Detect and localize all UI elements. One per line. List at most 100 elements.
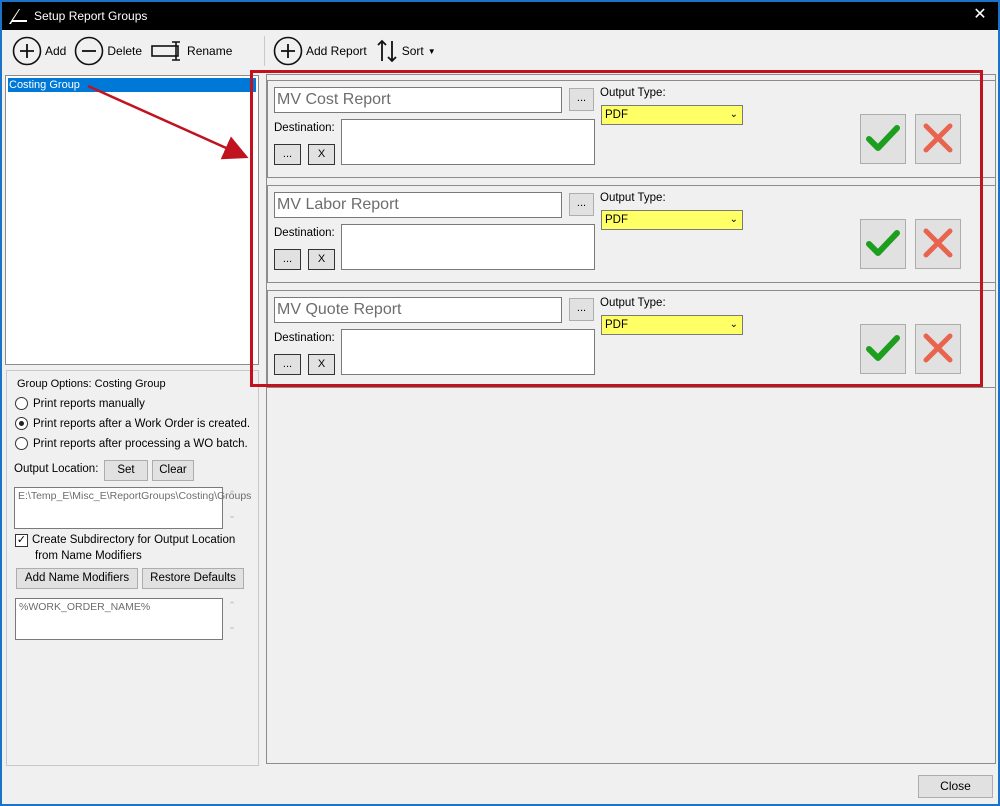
destination-label: Destination:: [274, 122, 335, 134]
report-name-field[interactable]: MV Quote Report: [274, 297, 562, 323]
add-label: Add: [45, 44, 67, 58]
chevron-down-icon: ⌄: [228, 621, 236, 631]
destination-browse-button[interactable]: ...: [274, 249, 301, 270]
output-type-value: PDF: [605, 109, 628, 121]
output-type-value: PDF: [605, 214, 628, 226]
subdir-checkbox[interactable]: ✓: [15, 534, 28, 547]
plus-circle-icon: [273, 36, 303, 66]
radio-print-manually[interactable]: Print reports manually: [15, 397, 145, 410]
name-modifier-field[interactable]: %WORK_ORDER_NAME%: [15, 598, 223, 640]
radio-manual-indicator: [15, 397, 28, 410]
output-path-field[interactable]: E:\Temp_E\Misc_E\ReportGroups\Costing\Gr…: [14, 487, 251, 529]
minus-circle-icon: [74, 36, 104, 66]
subdir-checkbox-label-1: Create Subdirectory for Output Location: [32, 534, 236, 546]
clear-output-button[interactable]: Clear: [152, 460, 194, 481]
destination-field[interactable]: [341, 119, 595, 165]
report-browse-button[interactable]: ...: [569, 298, 594, 321]
radio-after-wo-indicator: [15, 417, 28, 430]
radio-manual-label: Print reports manually: [33, 397, 145, 410]
destination-label: Destination:: [274, 332, 335, 344]
chevron-down-icon: ⌄: [729, 319, 738, 330]
group-list-item-costing[interactable]: Costing Group: [7, 77, 257, 93]
delete-group-button[interactable]: Delete: [74, 36, 142, 66]
remove-report-button[interactable]: [915, 219, 961, 269]
radio-after-batch-indicator: [15, 437, 28, 450]
sort-dropdown-button[interactable]: Sort ▼: [375, 38, 436, 64]
destination-clear-button[interactable]: X: [308, 354, 335, 375]
confirm-report-button[interactable]: [860, 219, 906, 269]
setup-report-groups-window: Setup Report Groups ✕ Add Delete Rename …: [0, 0, 1000, 806]
app-logo-icon: [8, 5, 30, 27]
report-browse-button[interactable]: ...: [569, 193, 594, 216]
output-type-select[interactable]: PDF ⌄: [601, 210, 743, 230]
window-close-icon[interactable]: ✕: [970, 5, 990, 25]
subdir-checkbox-label-2: from Name Modifiers: [35, 550, 142, 562]
checkmark-icon: [866, 333, 900, 366]
confirm-report-button[interactable]: [860, 114, 906, 164]
x-mark-icon: [922, 332, 954, 367]
remove-report-button[interactable]: [915, 114, 961, 164]
group-list[interactable]: Costing Group: [5, 75, 259, 365]
add-report-button[interactable]: Add Report: [273, 36, 367, 66]
group-options-panel: Group Options: Costing Group Print repor…: [6, 370, 259, 766]
destination-field[interactable]: [341, 224, 595, 270]
group-options-title: Group Options: Costing Group: [17, 378, 166, 390]
report-browse-button[interactable]: ...: [569, 88, 594, 111]
rename-icon: [150, 40, 184, 62]
output-type-select[interactable]: PDF ⌄: [601, 105, 743, 125]
toolbar-separator: [264, 36, 265, 66]
remove-report-button[interactable]: [915, 324, 961, 374]
report-toolbar: Add Report Sort ▼: [273, 34, 444, 68]
output-type-label: Output Type:: [600, 192, 666, 204]
name-modifier-scroll[interactable]: ⌃ ⌄: [226, 600, 238, 632]
destination-clear-button[interactable]: X: [308, 144, 335, 165]
destination-label: Destination:: [274, 227, 335, 239]
report-card: MV Quote Report ... Destination: ... X O…: [267, 290, 996, 388]
plus-circle-icon: [12, 36, 42, 66]
chevron-down-icon: ⌄: [228, 510, 236, 520]
chevron-up-icon: ⌃: [228, 489, 236, 499]
add-group-button[interactable]: Add: [12, 36, 66, 66]
report-card: MV Cost Report ... Destination: ... X Ou…: [267, 80, 996, 178]
radio-print-after-wo[interactable]: Print reports after a Work Order is crea…: [15, 417, 250, 430]
dropdown-caret-icon: ▼: [427, 46, 436, 56]
output-path-scroll[interactable]: ⌃ ⌄: [226, 489, 238, 521]
report-card: MV Labor Report ... Destination: ... X O…: [267, 185, 996, 283]
reports-panel: MV Cost Report ... Destination: ... X Ou…: [266, 74, 996, 764]
delete-label: Delete: [107, 44, 143, 58]
destination-field[interactable]: [341, 329, 595, 375]
destination-browse-button[interactable]: ...: [274, 144, 301, 165]
destination-browse-button[interactable]: ...: [274, 354, 301, 375]
close-button[interactable]: Close: [918, 775, 993, 798]
chevron-down-icon: ⌄: [729, 109, 738, 120]
chevron-down-icon: ⌄: [729, 214, 738, 225]
output-location-label: Output Location:: [14, 463, 99, 475]
output-type-label: Output Type:: [600, 87, 666, 99]
restore-defaults-button[interactable]: Restore Defaults: [142, 568, 244, 589]
output-type-select[interactable]: PDF ⌄: [601, 315, 743, 335]
add-name-modifiers-button[interactable]: Add Name Modifiers: [16, 568, 138, 589]
panel-splitter[interactable]: [259, 74, 263, 766]
radio-print-after-batch[interactable]: Print reports after processing a WO batc…: [15, 437, 248, 450]
sort-label: Sort: [401, 44, 424, 58]
set-output-button[interactable]: Set: [104, 460, 148, 481]
confirm-report-button[interactable]: [860, 324, 906, 374]
x-mark-icon: [922, 122, 954, 157]
add-report-label: Add Report: [306, 44, 367, 58]
checkmark-icon: [866, 123, 900, 156]
output-type-value: PDF: [605, 319, 628, 331]
report-name-field[interactable]: MV Cost Report: [274, 87, 562, 113]
sort-arrows-icon: [375, 38, 399, 64]
radio-after-batch-label: Print reports after processing a WO batc…: [33, 437, 248, 450]
window-title: Setup Report Groups: [34, 9, 148, 23]
title-bar: Setup Report Groups ✕: [2, 2, 998, 30]
radio-after-wo-label: Print reports after a Work Order is crea…: [33, 417, 251, 430]
group-toolbar: Add Delete Rename: [12, 34, 240, 68]
output-type-label: Output Type:: [600, 297, 666, 309]
report-name-field[interactable]: MV Labor Report: [274, 192, 562, 218]
destination-clear-button[interactable]: X: [308, 249, 335, 270]
rename-label: Rename: [187, 44, 233, 58]
rename-group-button[interactable]: Rename: [150, 40, 232, 62]
x-mark-icon: [922, 227, 954, 262]
checkmark-icon: [866, 228, 900, 261]
